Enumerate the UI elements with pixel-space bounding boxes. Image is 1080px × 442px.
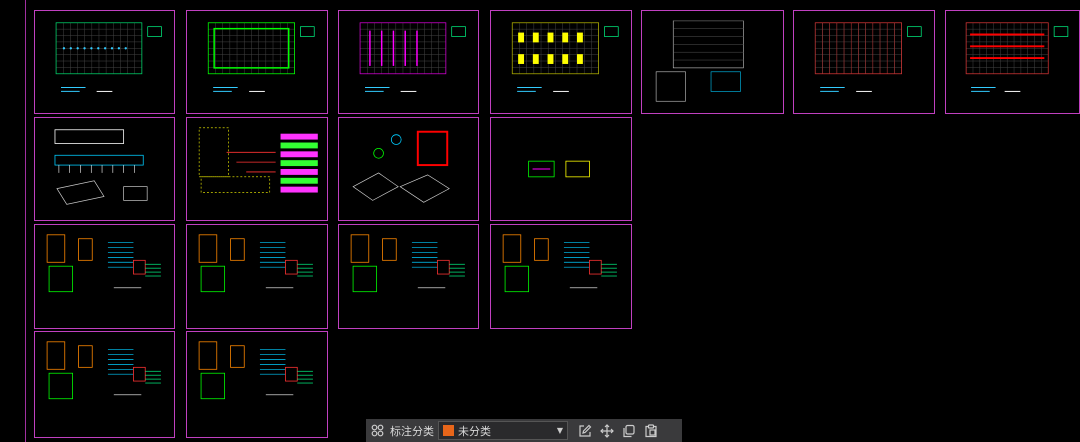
annotation-toolbar: 标注分类 未分类 ▼ [366, 419, 682, 442]
drawing-sheet-3[interactable] [338, 10, 479, 114]
drawing-sheet-7[interactable] [945, 10, 1080, 114]
drawing-sheet-17[interactable] [186, 331, 328, 438]
cad-drawing-canvas[interactable] [0, 0, 1080, 442]
drawing-sheet-14[interactable] [338, 224, 479, 329]
paste-icon[interactable] [640, 419, 662, 442]
drawing-sheet-10[interactable] [338, 117, 479, 221]
drawing-sheet-2[interactable] [186, 10, 328, 114]
drawing-sheet-6[interactable] [793, 10, 935, 114]
drawing-sheet-8[interactable] [34, 117, 175, 221]
drawing-sheet-1[interactable] [34, 10, 175, 114]
drawing-sheet-11[interactable] [490, 117, 632, 221]
category-color-swatch [443, 425, 454, 436]
grid-4-icon[interactable] [366, 419, 388, 442]
drawing-sheet-13[interactable] [186, 224, 328, 329]
drawing-sheet-15[interactable] [490, 224, 632, 329]
chevron-down-icon: ▼ [556, 426, 563, 435]
copy-icon[interactable] [618, 419, 640, 442]
category-value: 未分类 [458, 424, 491, 438]
drawing-sheet-4[interactable] [490, 10, 632, 114]
drawing-sheet-16[interactable] [34, 331, 175, 438]
edit-icon[interactable] [574, 419, 596, 442]
category-label: 标注分类 [390, 424, 434, 438]
drawing-sheet-12[interactable] [34, 224, 175, 329]
move-icon[interactable] [596, 419, 618, 442]
drawing-sheet-9[interactable] [186, 117, 328, 221]
drawing-sheet-5[interactable] [641, 10, 784, 114]
frame-border-line [25, 0, 26, 442]
category-dropdown[interactable]: 未分类 ▼ [438, 421, 568, 440]
